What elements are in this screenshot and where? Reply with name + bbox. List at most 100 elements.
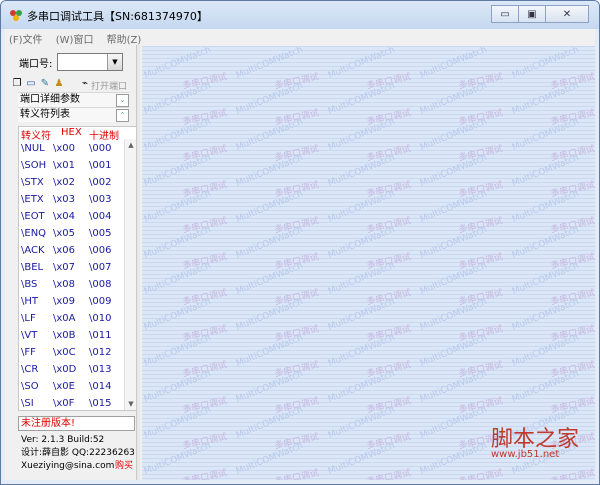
hex-cell: \x0A bbox=[53, 313, 76, 324]
expand-icon[interactable]: ⌄ bbox=[116, 94, 129, 107]
decimal-cell: \002 bbox=[89, 177, 112, 188]
close-button[interactable]: ✕ bbox=[545, 5, 589, 23]
escape-cell: \LF bbox=[21, 313, 36, 324]
table-row[interactable]: \SO \x0E \014 bbox=[19, 378, 123, 395]
decimal-cell: \007 bbox=[89, 262, 112, 273]
minimize-icon: ▭ bbox=[500, 8, 510, 20]
decimal-cell: \001 bbox=[89, 160, 112, 171]
decimal-cell: \012 bbox=[89, 347, 112, 358]
buy-link[interactable]: 购买 bbox=[115, 460, 133, 473]
escape-cell: \ETX bbox=[21, 194, 44, 205]
hex-cell: \x07 bbox=[53, 262, 76, 273]
panel-splitter[interactable] bbox=[136, 45, 140, 480]
escape-cell: \NUL bbox=[21, 143, 45, 154]
escape-cell: \ACK bbox=[21, 245, 45, 256]
hex-cell: \x00 bbox=[53, 143, 76, 154]
decimal-cell: \004 bbox=[89, 211, 112, 222]
watermark-text: 多串口调试 bbox=[549, 468, 595, 480]
decimal-cell: \003 bbox=[89, 194, 112, 205]
decimal-cell: \010 bbox=[89, 313, 112, 324]
title-bar[interactable]: 多串口调试工具【SN:681374970】 ▭ ▣ ✕ bbox=[1, 1, 599, 29]
left-panel: 端口号: ▼ ❐ ▭ ✎ ♟ ⌁ 打开端口 端口详细参数 ⌄ 转义符列表 ⌃ 转… bbox=[5, 45, 138, 480]
table-row[interactable]: \HT \x09 \009 bbox=[19, 293, 123, 310]
about-info: Ver: 2.1.3 Build:52 设计:薛自影 QQ:22236263 X… bbox=[21, 434, 135, 473]
hex-cell: \x06 bbox=[53, 245, 76, 256]
hex-cell: \x0E bbox=[53, 381, 75, 392]
table-row[interactable]: \VT \x0B \011 bbox=[19, 327, 123, 344]
decimal-cell: \013 bbox=[89, 364, 112, 375]
table-row[interactable]: \SOH \x01 \001 bbox=[19, 157, 123, 174]
decimal-cell: \005 bbox=[89, 228, 112, 239]
registration-status: 未注册版本! bbox=[18, 416, 135, 431]
chevron-down-icon[interactable]: ▼ bbox=[107, 54, 122, 70]
watermark-text: 多串口调试 bbox=[457, 468, 504, 480]
table-row[interactable]: \ENQ \x05 \005 bbox=[19, 225, 123, 242]
plug-icon[interactable]: ⌁ bbox=[79, 78, 91, 90]
escape-table-header: 转义符 HEX 十进制 bbox=[19, 127, 137, 142]
menu-help[interactable]: 帮助(Z) bbox=[103, 29, 148, 46]
hex-cell: \x0F bbox=[53, 398, 75, 409]
window-title: 多串口调试工具【SN:681374970】 bbox=[27, 10, 208, 23]
maximize-button[interactable]: ▣ bbox=[518, 5, 546, 23]
table-row[interactable]: \EOT \x04 \004 bbox=[19, 208, 123, 225]
table-row[interactable]: \BS \x08 \008 bbox=[19, 276, 123, 293]
escape-cell: \VT bbox=[21, 330, 38, 341]
toolbar: ❐ ▭ ✎ ♟ ⌁ 打开端口 bbox=[11, 78, 135, 92]
table-row[interactable]: \NUL \x00 \000 bbox=[19, 140, 123, 157]
escape-cell: \STX bbox=[21, 177, 44, 188]
escape-cell: \SI bbox=[21, 398, 34, 409]
escape-table[interactable]: 转义符 HEX 十进制 \NUL \x00 \000 \SOH \x01 \001 \STX… bbox=[18, 126, 138, 411]
escape-cell: \SO bbox=[21, 381, 39, 392]
header-hex: HEX bbox=[61, 127, 82, 138]
port-detail-section[interactable]: 端口详细参数 ⌄ bbox=[18, 92, 129, 107]
site-watermark-url: www.jb51.net bbox=[491, 449, 560, 460]
author-text: 设计:薛自影 QQ:22236263 bbox=[21, 448, 135, 458]
menu-file[interactable]: (F)文件 bbox=[5, 29, 49, 46]
app-window: 多串口调试工具【SN:681374970】 ▭ ▣ ✕ (F)文件 (W)窗口 … bbox=[0, 0, 600, 485]
table-row[interactable]: \ACK \x06 \006 bbox=[19, 242, 123, 259]
hex-cell: \x0C bbox=[53, 347, 76, 358]
collapse-icon[interactable]: ⌃ bbox=[116, 109, 129, 122]
close-icon: ✕ bbox=[562, 8, 572, 20]
hex-cell: \x04 bbox=[53, 211, 76, 222]
port-select[interactable]: ▼ bbox=[57, 53, 123, 71]
decimal-cell: \011 bbox=[89, 330, 112, 341]
mdi-workspace[interactable]: 多串口调试 MultiCOMWatch 多串口调试 MultiCOMWatch 多串口调… bbox=[142, 46, 595, 480]
hex-cell: \x09 bbox=[53, 296, 76, 307]
serial-port-icon[interactable]: ▭ bbox=[25, 78, 37, 90]
hex-cell: \x0B bbox=[53, 330, 76, 341]
window-controls: ▭ ▣ ✕ bbox=[491, 5, 589, 23]
table-row[interactable]: \ETX \x03 \003 bbox=[19, 191, 123, 208]
watermark-text: 多串口调试 bbox=[365, 468, 412, 480]
open-port-button[interactable]: 打开端口 bbox=[91, 79, 127, 92]
table-row[interactable]: \BEL \x07 \007 bbox=[19, 259, 123, 276]
menu-window[interactable]: (W)窗口 bbox=[52, 29, 100, 46]
user-icon[interactable]: ♟ bbox=[53, 78, 65, 90]
escape-rows: \NUL \x00 \000 \SOH \x01 \001 \STX \x02 \002 \ETX… bbox=[19, 140, 123, 410]
hex-cell: \x02 bbox=[53, 177, 76, 188]
table-row[interactable]: \STX \x02 \002 bbox=[19, 174, 123, 191]
table-row[interactable]: \LF \x0A \010 bbox=[19, 310, 123, 327]
table-row[interactable]: \FF \x0C \012 bbox=[19, 344, 123, 361]
tools-icon[interactable]: ✎ bbox=[39, 78, 51, 90]
watermark-text: 多串口调试 bbox=[181, 468, 228, 480]
escape-cell: \CR bbox=[21, 364, 39, 375]
decimal-cell: \000 bbox=[89, 143, 112, 154]
windows-icon[interactable]: ❐ bbox=[11, 78, 23, 90]
table-row[interactable]: \CR \x0D \013 bbox=[19, 361, 123, 378]
client-area: 端口号: ▼ ❐ ▭ ✎ ♟ ⌁ 打开端口 端口详细参数 ⌄ 转义符列表 ⌃ 转… bbox=[5, 45, 595, 480]
minimize-button[interactable]: ▭ bbox=[491, 5, 519, 23]
port-label: 端口号: bbox=[19, 59, 53, 70]
escape-list-section[interactable]: 转义符列表 ⌃ bbox=[18, 107, 129, 122]
hex-cell: \x05 bbox=[53, 228, 76, 239]
port-detail-label: 端口详细参数 bbox=[20, 94, 80, 105]
table-row[interactable]: \SI \x0F \015 bbox=[19, 395, 123, 410]
menu-bar: (F)文件 (W)窗口 帮助(Z) bbox=[5, 29, 595, 46]
escape-cell: \BS bbox=[21, 279, 38, 290]
watermark-text: 多串口调试 bbox=[273, 468, 320, 480]
escape-cell: \ENQ bbox=[21, 228, 47, 239]
hex-cell: \x08 bbox=[53, 279, 76, 290]
escape-cell: \SOH bbox=[21, 160, 47, 171]
escape-cell: \EOT bbox=[21, 211, 45, 222]
escape-cell: \HT bbox=[21, 296, 38, 307]
